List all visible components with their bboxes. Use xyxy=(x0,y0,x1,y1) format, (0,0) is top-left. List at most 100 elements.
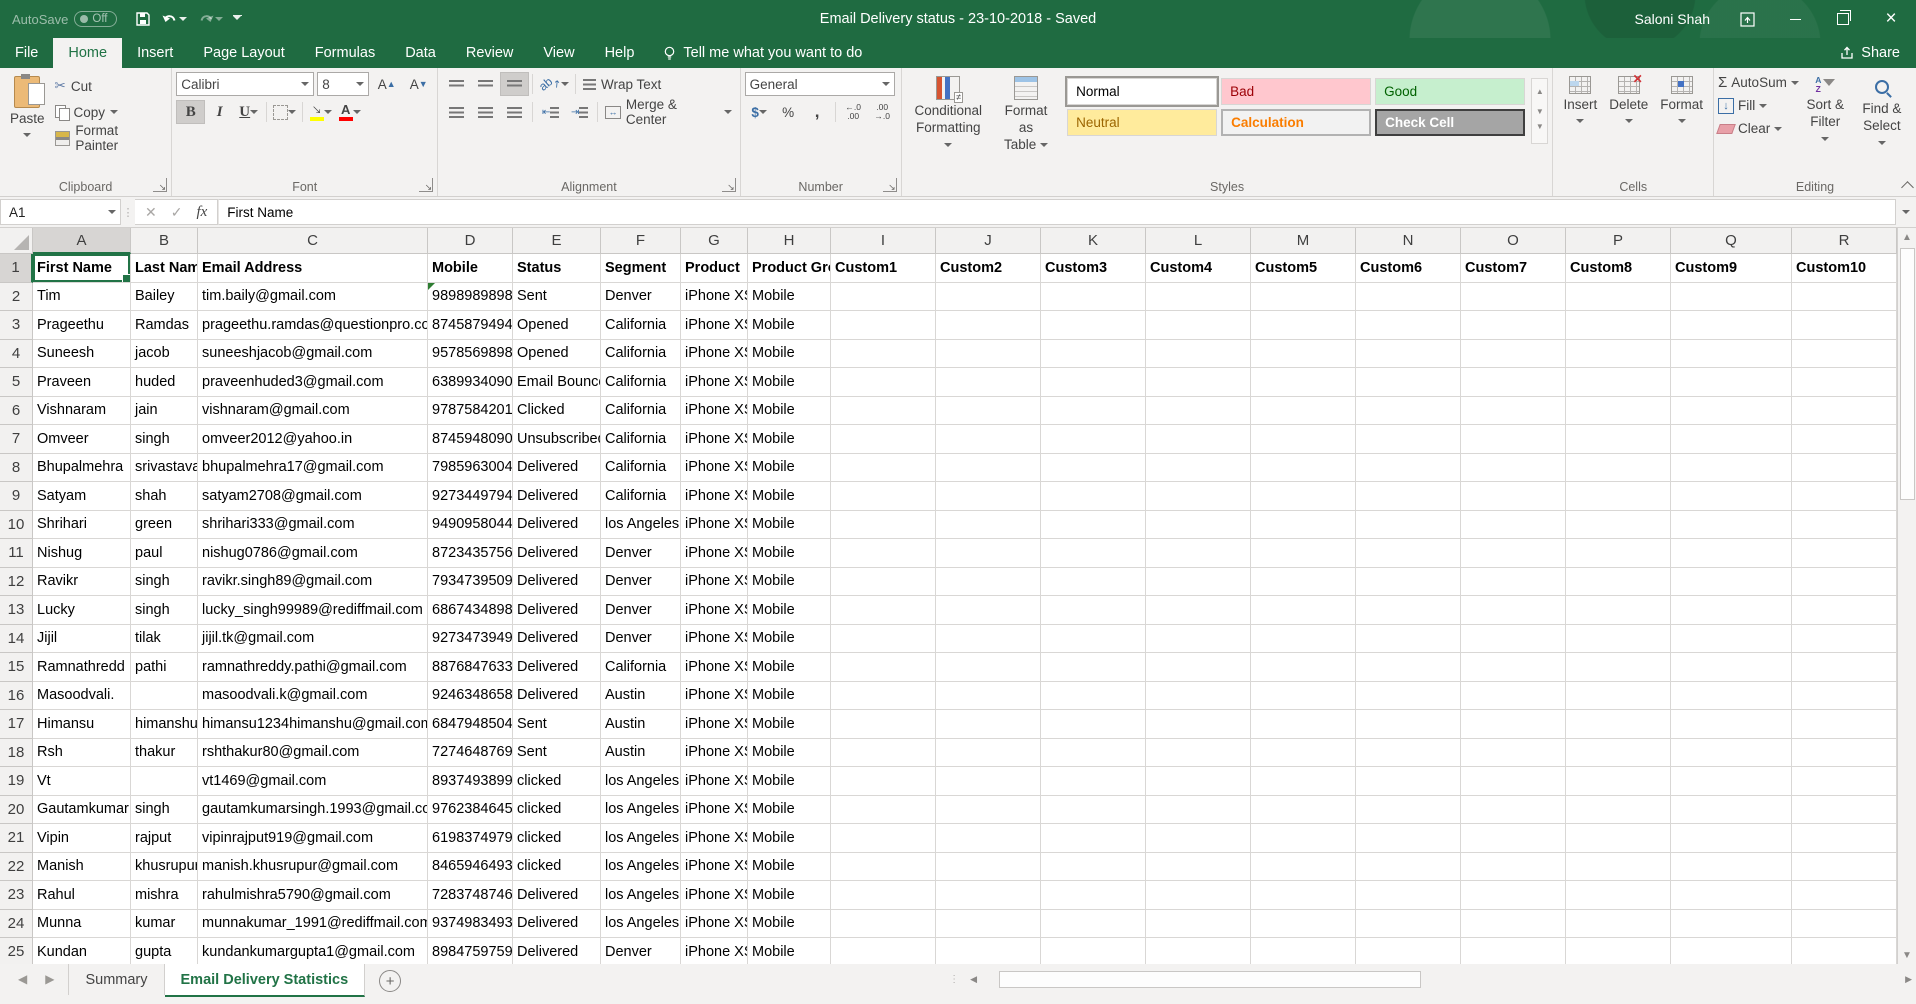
cell-Q12[interactable] xyxy=(1671,568,1792,597)
cell-L4[interactable] xyxy=(1146,340,1251,369)
sheet-tab-email-delivery-statistics[interactable]: Email Delivery Statistics xyxy=(165,964,366,997)
cell-C10[interactable]: shrihari333@gmail.com xyxy=(198,511,428,540)
cell-D25[interactable]: 8984759759 xyxy=(428,938,513,964)
cell-M15[interactable] xyxy=(1251,653,1356,682)
row-header-16[interactable]: 16 xyxy=(0,682,33,711)
align-center-button[interactable] xyxy=(471,100,500,124)
cell-E10[interactable]: Delivered xyxy=(513,511,601,540)
cell-P20[interactable] xyxy=(1566,796,1671,825)
borders-button[interactable] xyxy=(270,100,299,124)
cell-H2[interactable]: Mobile xyxy=(748,283,831,312)
cell-A18[interactable]: Rsh xyxy=(33,739,131,768)
cell-L1[interactable]: Custom4 xyxy=(1146,254,1251,283)
prev-sheet-icon[interactable]: ◀ xyxy=(18,972,27,986)
tab-help[interactable]: Help xyxy=(590,38,650,68)
row-header-19[interactable]: 19 xyxy=(0,767,33,796)
cell-G5[interactable]: iPhone XS xyxy=(681,368,748,397)
autosave-toggle[interactable]: AutoSave Off xyxy=(12,11,117,27)
cell-Q9[interactable] xyxy=(1671,482,1792,511)
cell-A5[interactable]: Praveen xyxy=(33,368,131,397)
row-header-21[interactable]: 21 xyxy=(0,824,33,853)
cell-R1[interactable]: Custom10 xyxy=(1792,254,1897,283)
formula-bar-resize-handle[interactable]: ⋮ xyxy=(121,197,135,227)
cell-D9[interactable]: 9273449794 xyxy=(428,482,513,511)
cell-E21[interactable]: clicked xyxy=(513,824,601,853)
find-select-button[interactable]: Find &Select xyxy=(1852,72,1912,176)
column-header-Q[interactable]: Q xyxy=(1671,228,1792,254)
row-header-23[interactable]: 23 xyxy=(0,881,33,910)
insert-function-icon[interactable]: fx xyxy=(196,204,207,221)
cell-N15[interactable] xyxy=(1356,653,1461,682)
cell-N25[interactable] xyxy=(1356,938,1461,964)
clipboard-dialog-launcher[interactable]: ↘ xyxy=(153,178,167,192)
cell-R10[interactable] xyxy=(1792,511,1897,540)
cell-Q4[interactable] xyxy=(1671,340,1792,369)
cell-C7[interactable]: omveer2012@yahoo.in xyxy=(198,425,428,454)
sort-filter-button[interactable]: AZ Sort &Filter xyxy=(1799,72,1852,176)
vertical-scrollbar-thumb[interactable] xyxy=(1900,248,1915,500)
cell-K5[interactable] xyxy=(1041,368,1146,397)
row-header-13[interactable]: 13 xyxy=(0,596,33,625)
copy-button[interactable]: Copy xyxy=(51,100,168,124)
tab-insert[interactable]: Insert xyxy=(122,38,188,68)
autosum-button[interactable]: Σ AutoSum xyxy=(1718,72,1799,93)
cell-B10[interactable]: green xyxy=(131,511,198,540)
cell-P5[interactable] xyxy=(1566,368,1671,397)
cell-D21[interactable]: 6198374979 xyxy=(428,824,513,853)
cell-B18[interactable]: thakur xyxy=(131,739,198,768)
cell-H18[interactable]: Mobile xyxy=(748,739,831,768)
cell-I24[interactable] xyxy=(831,910,936,939)
cell-E22[interactable]: clicked xyxy=(513,853,601,882)
cell-P7[interactable] xyxy=(1566,425,1671,454)
cell-K14[interactable] xyxy=(1041,625,1146,654)
cell-P23[interactable] xyxy=(1566,881,1671,910)
redo-dropdown-icon[interactable] xyxy=(215,17,223,25)
cell-C3[interactable]: prageethu.ramdas@questionpro.com xyxy=(198,311,428,340)
scroll-left-icon[interactable]: ◀ xyxy=(970,970,977,988)
row-header-20[interactable]: 20 xyxy=(0,796,33,825)
number-dialog-launcher[interactable]: ↘ xyxy=(883,178,897,192)
comma-style-button[interactable]: , xyxy=(803,100,832,124)
cell-A23[interactable]: Rahul xyxy=(33,881,131,910)
cell-D14[interactable]: 9273473949 xyxy=(428,625,513,654)
cell-M25[interactable] xyxy=(1251,938,1356,964)
cell-H14[interactable]: Mobile xyxy=(748,625,831,654)
font-family-select[interactable]: Calibri xyxy=(176,72,314,96)
cell-G16[interactable]: iPhone XS xyxy=(681,682,748,711)
cell-E19[interactable]: clicked xyxy=(513,767,601,796)
cell-Q19[interactable] xyxy=(1671,767,1792,796)
cell-C8[interactable]: bhupalmehra17@gmail.com xyxy=(198,454,428,483)
cell-E18[interactable]: Sent xyxy=(513,739,601,768)
cell-R15[interactable] xyxy=(1792,653,1897,682)
cell-N8[interactable] xyxy=(1356,454,1461,483)
cell-G1[interactable]: Product xyxy=(681,254,748,283)
cell-L19[interactable] xyxy=(1146,767,1251,796)
cell-H17[interactable]: Mobile xyxy=(748,710,831,739)
percent-style-button[interactable]: % xyxy=(774,100,803,124)
cell-B19[interactable] xyxy=(131,767,198,796)
cell-O25[interactable] xyxy=(1461,938,1566,964)
cell-R16[interactable] xyxy=(1792,682,1897,711)
cell-G17[interactable]: iPhone XS xyxy=(681,710,748,739)
cell-A7[interactable]: Omveer xyxy=(33,425,131,454)
cell-D15[interactable]: 8876847633 xyxy=(428,653,513,682)
column-header-D[interactable]: D xyxy=(428,228,513,254)
cell-E11[interactable]: Delivered xyxy=(513,539,601,568)
ribbon-display-options-icon[interactable] xyxy=(1736,8,1758,30)
cell-P16[interactable] xyxy=(1566,682,1671,711)
cell-O24[interactable] xyxy=(1461,910,1566,939)
cell-H5[interactable]: Mobile xyxy=(748,368,831,397)
cell-K4[interactable] xyxy=(1041,340,1146,369)
cell-H23[interactable]: Mobile xyxy=(748,881,831,910)
cell-K12[interactable] xyxy=(1041,568,1146,597)
cell-N3[interactable] xyxy=(1356,311,1461,340)
cell-I12[interactable] xyxy=(831,568,936,597)
column-header-O[interactable]: O xyxy=(1461,228,1566,254)
row-header-22[interactable]: 22 xyxy=(0,853,33,882)
cell-K20[interactable] xyxy=(1041,796,1146,825)
tab-data[interactable]: Data xyxy=(390,38,451,68)
cell-I23[interactable] xyxy=(831,881,936,910)
cell-G23[interactable]: iPhone XS xyxy=(681,881,748,910)
row-header-17[interactable]: 17 xyxy=(0,710,33,739)
column-header-M[interactable]: M xyxy=(1251,228,1356,254)
